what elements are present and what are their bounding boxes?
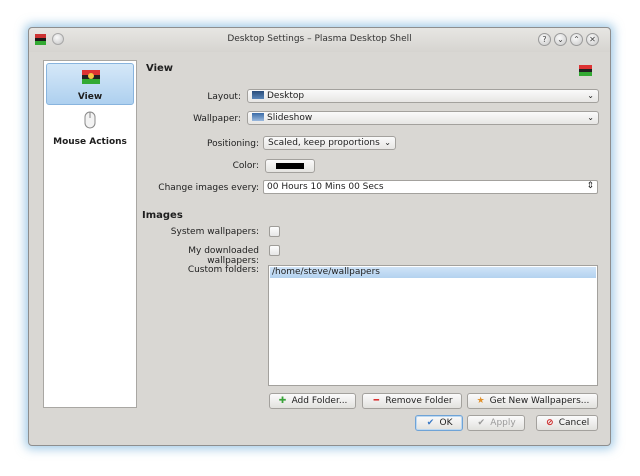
cancel-button[interactable]: ⊘ Cancel <box>536 415 598 431</box>
color-swatch <box>276 163 304 169</box>
get-new-label: Get New Wallpapers... <box>489 396 590 406</box>
positioning-value: Scaled, keep proportions <box>268 138 380 148</box>
system-wallpapers-label: System wallpapers: <box>170 227 259 237</box>
close-button[interactable]: ✕ <box>586 33 599 46</box>
get-new-wallpapers-button[interactable]: ★ Get New Wallpapers... <box>467 393 598 409</box>
color-label: Color: <box>232 161 259 171</box>
settings-window: Desktop Settings – Plasma Desktop Shell … <box>28 27 611 446</box>
wallpaper-icon <box>579 65 592 76</box>
wallpaper-label: Wallpaper: <box>193 114 241 124</box>
plus-icon: ✚ <box>278 396 287 406</box>
wallpaper-icon <box>82 70 100 84</box>
remove-folder-label: Remove Folder <box>385 396 453 406</box>
window-title: Desktop Settings – Plasma Desktop Shell <box>227 34 412 44</box>
star-icon: ★ <box>476 396 485 406</box>
downloaded-wallpapers-label: My downloaded wallpapers: <box>188 246 259 266</box>
spin-arrows-icon[interactable]: ⇕ <box>586 180 594 192</box>
layout-combo[interactable]: Desktop ⌄ <box>247 89 599 103</box>
check-icon: ✔ <box>426 418 435 428</box>
add-folder-label: Add Folder... <box>291 396 348 406</box>
ok-button[interactable]: ✔ OK <box>415 415 463 431</box>
downloaded-wallpapers-checkbox[interactable] <box>269 245 280 256</box>
check-icon: ✔ <box>477 418 486 428</box>
sidebar-item-label: View <box>77 92 103 102</box>
sidebar-item-label: Mouse Actions <box>53 137 127 147</box>
positioning-label: Positioning: <box>207 139 259 149</box>
system-wallpapers-checkbox[interactable] <box>269 226 280 237</box>
wallpaper-combo[interactable]: Slideshow ⌄ <box>247 111 599 125</box>
mouse-icon <box>84 111 96 129</box>
cancel-label: Cancel <box>558 418 590 428</box>
minus-icon: ━ <box>373 396 380 406</box>
apply-button[interactable]: ✔ Apply <box>467 415 525 431</box>
maximize-button[interactable]: ⌃ <box>570 33 583 46</box>
sidebar-item-view[interactable]: View <box>46 63 134 105</box>
custom-folders-list[interactable]: /home/steve/wallpapers <box>268 265 598 386</box>
sidebar-item-mouse-actions[interactable]: Mouse Actions <box>46 107 134 149</box>
custom-folders-label: Custom folders: <box>187 265 259 275</box>
color-button[interactable] <box>265 159 315 173</box>
add-folder-button[interactable]: ✚ Add Folder... <box>269 393 356 409</box>
chevron-down-icon: ⌄ <box>587 113 594 122</box>
apply-label: Apply <box>490 418 516 428</box>
cancel-icon: ⊘ <box>545 418 554 428</box>
layout-label: Layout: <box>207 92 241 102</box>
list-item[interactable]: /home/steve/wallpapers <box>270 267 596 278</box>
remove-folder-button[interactable]: ━ Remove Folder <box>362 393 462 409</box>
positioning-combo[interactable]: Scaled, keep proportions ⌄ <box>263 136 396 150</box>
change-every-spinbox[interactable]: 00 Hours 10 Mins 00 Secs ⇕ <box>263 180 598 194</box>
chevron-down-icon: ⌄ <box>587 91 594 100</box>
view-heading: View <box>146 63 174 74</box>
minimize-button[interactable]: ⌄ <box>554 33 567 46</box>
titlebar[interactable]: Desktop Settings – Plasma Desktop Shell … <box>29 28 610 52</box>
change-every-value: 00 Hours 10 Mins 00 Secs <box>267 182 384 192</box>
slideshow-icon <box>252 113 264 121</box>
wallpaper-value: Slideshow <box>267 113 313 123</box>
images-heading: Images <box>142 210 183 221</box>
help-button[interactable]: ? <box>538 33 551 46</box>
change-every-label: Change images every: <box>158 183 259 193</box>
chevron-down-icon: ⌄ <box>384 138 391 147</box>
layout-value: Desktop <box>267 91 305 101</box>
ok-label: OK <box>439 418 453 428</box>
desktop-icon <box>252 91 264 99</box>
sidebar: View Mouse Actions <box>43 60 137 408</box>
